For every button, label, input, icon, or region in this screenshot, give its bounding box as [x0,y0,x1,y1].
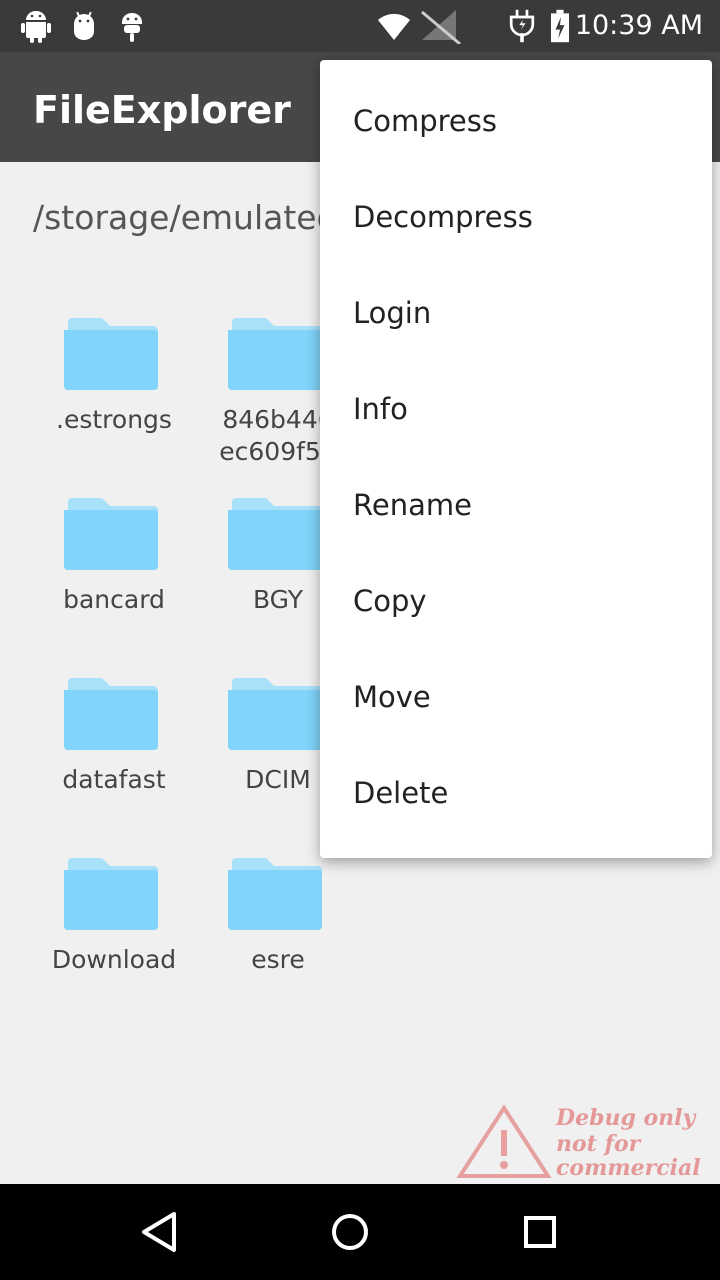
watermark-line-1: Debug only [556,1105,696,1131]
folder-icon [228,678,322,750]
menu-item-label: Info [353,392,408,426]
folder-item[interactable]: Download [32,850,196,976]
menu-item-label: Delete [353,776,449,810]
folder-item[interactable]: .estrongs [32,310,196,436]
recents-icon[interactable] [514,1206,566,1258]
folder-label: esre [251,945,305,974]
menu-item-label: Move [353,680,431,714]
charging-plug-icon [509,9,535,43]
folder-icon [64,678,158,750]
menu-item-delete[interactable]: Delete [320,748,712,844]
menu-item-rename[interactable]: Rename [320,460,712,556]
menu-item-label: Compress [353,104,497,138]
folder-icon [228,498,322,570]
warning-icon [456,1104,552,1178]
android-icon [21,11,51,43]
home-icon[interactable] [324,1206,376,1258]
menu-item-label: Login [353,296,432,330]
back-icon[interactable] [134,1206,186,1258]
folder-icon [64,318,158,390]
debug-watermark: Debug only not for commercial [456,1100,720,1184]
menu-item-move[interactable]: Move [320,652,712,748]
folder-item[interactable]: bancard [32,490,196,616]
app-title: FileExplorer [33,88,291,132]
wifi-icon [378,13,410,40]
menu-item-label: Decompress [353,200,533,234]
folder-icon [64,858,158,930]
menu-item-copy[interactable]: Copy [320,556,712,652]
watermark-line-2: not for [556,1131,641,1157]
menu-item-info[interactable]: Info [320,364,712,460]
folder-icon [64,498,158,570]
battery-charging-icon [551,9,569,43]
status-bar: 10:39 AM [0,0,720,52]
menu-item-label: Rename [353,488,472,522]
android-icon [74,11,94,40]
current-path: /storage/emulated [33,198,338,237]
status-time: 10:39 AM [574,10,703,41]
navigation-bar [0,1184,720,1280]
context-menu: Compress Decompress Login Info Rename Co… [320,60,712,858]
folder-icon [228,318,322,390]
no-signal-icon [421,10,461,44]
folder-item[interactable]: esre [196,850,360,976]
folder-icon [228,858,322,930]
menu-item-label: Copy [353,584,427,618]
menu-item-decompress[interactable]: Decompress [320,172,712,268]
folder-label: Download [51,945,177,974]
folder-item[interactable]: datafast [32,670,196,796]
menu-item-compress[interactable]: Compress [320,76,712,172]
menu-item-login[interactable]: Login [320,268,712,364]
folder-label: .estrongs [56,405,172,434]
android-icon [122,13,142,42]
watermark-line-3: commercial [556,1155,701,1181]
folder-label: datafast [62,765,166,794]
folder-label: bancard [63,585,165,614]
